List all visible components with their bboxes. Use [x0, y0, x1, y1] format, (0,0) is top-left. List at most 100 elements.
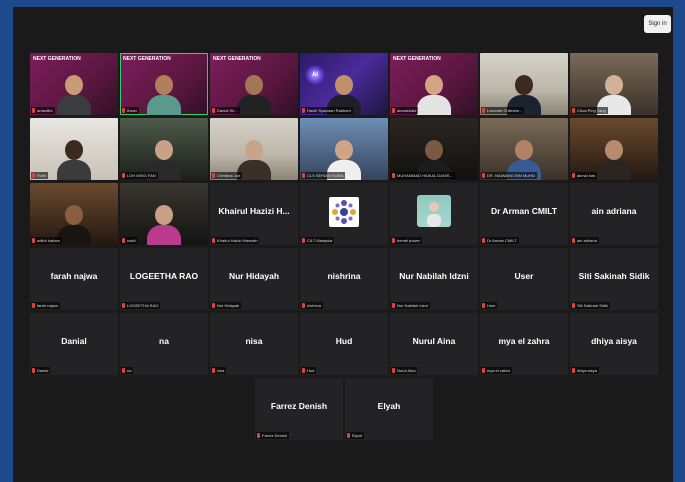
participant-name-tag: User — [481, 302, 498, 309]
participant-display-name: nishrina — [327, 271, 361, 281]
participant-name-tile[interactable]: Nurul Aina Nurul Aina — [390, 313, 478, 375]
participant-name-tag: LOGEETHA RAO — [121, 302, 161, 309]
participant-name-tile[interactable]: Siti Sakinah Sidik Siti Sakinah Sidik — [570, 248, 658, 310]
participant-name-tile[interactable]: nishrina nishrina — [300, 248, 388, 310]
participant-video-tile[interactable]: MUHAMMAD HAIKAL DANIS... — [390, 118, 478, 180]
participant-video-tile[interactable]: Christina Joe — [210, 118, 298, 180]
participant-name-tag: Haziri Syazwan Rabbani — [301, 107, 353, 114]
participant-image — [57, 201, 91, 245]
participant-name-tag: nisa — [211, 367, 227, 374]
participant-name-tag: akmal nas — [571, 172, 598, 179]
participant-display-name: mya el zahra — [498, 336, 550, 346]
participant-name-tile[interactable]: na na — [120, 313, 208, 375]
participant-video-tile[interactable]: Lukonde Chileshe... — [480, 53, 568, 115]
participant-name-tag: nishrina — [301, 302, 324, 309]
participant-image — [57, 71, 91, 115]
participant-name-tag: Nurul Aina — [391, 367, 418, 374]
participant-display-name: Elyah — [377, 401, 401, 411]
participant-display-name: Hud — [335, 336, 353, 346]
participant-video-tile[interactable]: adibh hakam — [30, 183, 118, 245]
participant-name-tag: hemel power — [391, 237, 422, 244]
participant-display-name: Nurul Aina — [412, 336, 456, 346]
participant-display-name: Siti Sakinah Sidik — [578, 271, 650, 281]
participant-image — [417, 71, 451, 115]
participant-avatar-tile[interactable]: CILT Malaysia — [300, 183, 388, 245]
participant-name-tag: Danial Sh... — [211, 107, 240, 114]
participant-name-tile[interactable]: Khairul Hazizi H... Khairul Hazizi Hamza… — [210, 183, 298, 245]
participant-display-name: LOGEETHA RAO — [129, 271, 199, 281]
participant-name-tag: Danial — [31, 367, 51, 374]
participant-video-tile[interactable]: nabil — [120, 183, 208, 245]
participant-display-name: nisa — [245, 336, 263, 346]
participant-name-tag: MUHAMMAD HAIKAL DANIS... — [391, 172, 455, 179]
participant-name-tag: na — [121, 367, 134, 374]
participant-video-tile[interactable]: Chua Ping Yang — [570, 53, 658, 115]
participant-name-tile[interactable]: dhiya aisya dhiya aisya — [570, 313, 658, 375]
participant-name-tag: Farrez Denish — [256, 432, 290, 439]
participant-name-tag: Dr Arman CMILT — [481, 237, 519, 244]
participant-video-tile[interactable]: NEXT GENERATION Danial Sh... — [210, 53, 298, 115]
participant-video-tile[interactable]: NEXT GENERATION anawiller — [30, 53, 118, 115]
meeting-gallery-window: Sign in NEXT GENERATION anawiller NEXT G… — [13, 7, 673, 482]
participant-name-tag: anawiller — [31, 107, 55, 114]
participant-video-tile[interactable]: NEXT GENERATION Ihsan — [120, 53, 208, 115]
participant-name-tile[interactable]: Farrez Denish Farrez Denish — [255, 378, 343, 440]
participant-video-tile[interactable]: CLS SERIAN KUMA — [300, 118, 388, 180]
participant-avatar-tile[interactable]: hemel power — [390, 183, 478, 245]
participant-name-tag: mya el zahra — [481, 367, 512, 374]
participant-name-tag: Siti Sakinah Sidik — [571, 302, 610, 309]
event-brand-text: NEXT GENERATION — [213, 56, 261, 62]
participant-video-tile[interactable]: NEXT GENERATION ainaashaid — [390, 53, 478, 115]
participant-name-tile[interactable]: LOGEETHA RAO LOGEETHA RAO — [120, 248, 208, 310]
sign-in-button[interactable]: Sign in — [644, 15, 671, 33]
participant-name-tile[interactable]: nisa nisa — [210, 313, 298, 375]
participant-name-tile[interactable]: ain adriana ain adriana — [570, 183, 658, 245]
participant-name-tag: Christina Joe — [211, 172, 243, 179]
participant-video-tile[interactable]: Rohit — [30, 118, 118, 180]
participant-video-tile[interactable]: DR. NAIWANG BIN MUHD — [480, 118, 568, 180]
event-brand-text: NEXT GENERATION — [393, 56, 441, 62]
participant-name-tile[interactable]: mya el zahra mya el zahra — [480, 313, 568, 375]
participant-name-tile[interactable]: Nur Hidayah Nur Hidayah — [210, 248, 298, 310]
participant-video-tile[interactable]: akmal nas — [570, 118, 658, 180]
participant-name-tag: LOH MING FAN — [121, 172, 158, 179]
participant-display-name: Farrez Denish — [270, 401, 328, 411]
participant-image — [147, 201, 181, 245]
profile-picture-icon — [417, 195, 451, 227]
participant-display-name: farah najwa — [50, 271, 98, 281]
participant-display-name: ain adriana — [591, 206, 637, 216]
participant-display-name: Nur Nabilah Idzni — [399, 271, 469, 281]
participant-image — [57, 136, 91, 180]
participant-name-tag: Chua Ping Yang — [571, 107, 608, 114]
participant-name-tile[interactable]: Hud Hud — [300, 313, 388, 375]
participant-image — [597, 136, 631, 180]
participant-name-tile[interactable]: User User — [480, 248, 568, 310]
organization-logo-icon — [329, 197, 359, 227]
event-brand-text: NEXT GENERATION — [123, 56, 171, 62]
participant-display-name: Danial — [61, 336, 87, 346]
participant-video-tile[interactable]: AI Haziri Syazwan Rabbani — [300, 53, 388, 115]
participant-display-name: Khairul Hazizi H... — [218, 206, 290, 216]
participant-name-tile[interactable]: Dr Arman CMILT Dr Arman CMILT — [480, 183, 568, 245]
participant-name-tag: CLS SERIAN KUMA — [301, 172, 346, 179]
ai-background-icon: AI — [305, 65, 325, 85]
participant-name-tag: CILT Malaysia — [301, 237, 335, 244]
participant-name-tag: Elyah — [346, 432, 365, 439]
participant-name-tag: Lukonde Chileshe... — [481, 107, 525, 114]
participant-name-tag: Hud — [301, 367, 317, 374]
participant-name-tag: Ihsan — [121, 107, 139, 114]
participant-name-tag: dhiya aisya — [571, 367, 600, 374]
participant-name-tile[interactable]: Danial Danial — [30, 313, 118, 375]
participant-name-tag: Khairul Hazizi Hamzah — [211, 237, 260, 244]
participant-video-tile[interactable]: LOH MING FAN — [120, 118, 208, 180]
participant-display-name: Dr Arman CMILT — [490, 206, 558, 216]
event-brand-text: NEXT GENERATION — [33, 56, 81, 62]
participant-display-name: User — [514, 271, 534, 281]
participant-name-tile[interactable]: Nur Nabilah Idzni Nur Nabilah Idzni — [390, 248, 478, 310]
participant-name-tag: ain adriana — [571, 237, 599, 244]
participant-image — [237, 71, 271, 115]
participant-name-tile[interactable]: farah najwa farah najwa — [30, 248, 118, 310]
participant-name-tag: nabil — [121, 237, 138, 244]
participant-name-tile[interactable]: Elyah Elyah — [345, 378, 433, 440]
participant-display-name: dhiya aisya — [591, 336, 637, 346]
